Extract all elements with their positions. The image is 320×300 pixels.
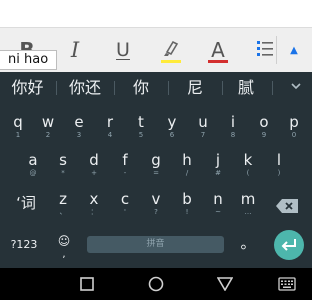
key-c[interactable]: c ' [114,190,136,217]
emoji-comma-key[interactable]: ☺ , [54,232,74,260]
key-p[interactable]: p0 [283,113,305,140]
key-u[interactable]: u7 [192,113,214,140]
keyboard-icon [278,277,296,291]
text-color-label: A [211,38,225,62]
italic-button[interactable]: I [60,36,90,64]
key-l[interactable]: l) [268,151,290,178]
key-m[interactable]: m… [237,190,259,217]
back-button[interactable] [217,276,233,292]
highlight-button[interactable] [156,36,186,64]
candidate-3[interactable]: 你 [115,72,167,103]
key-b[interactable]: b! [176,190,198,217]
key-g[interactable]: g = [145,151,167,178]
highlight-color-bar [161,60,181,63]
highlighter-icon [161,38,181,62]
navigation-bar [0,268,312,300]
candidate-2[interactable]: 你还 [57,72,113,103]
smiley-icon: ☺ [57,234,71,248]
expand-toolbar-button[interactable]: ▲ [279,36,309,64]
text-color-button[interactable]: A [203,36,233,64]
candidate-4[interactable]: 尼 [169,72,221,103]
key-q[interactable]: q1 [7,113,29,140]
enter-key[interactable] [274,230,304,260]
backspace-icon [276,199,298,213]
key-w[interactable]: w2 [37,113,59,140]
period-key[interactable]: 。 [238,234,258,252]
chevron-down-icon [291,83,301,90]
key-v[interactable]: v? [145,190,167,217]
key-e[interactable]: e3 [68,113,90,140]
home-circle-icon [148,276,164,292]
candidate-1[interactable]: 你好 [0,72,55,103]
back-triangle-icon [217,277,233,291]
keyboard: 你好 你还 你 尼 腻 q1 w2 e3 r4 t5 y6 u7 i8 o9 p… [0,72,312,268]
expand-candidates-button[interactable] [290,80,302,95]
key-x[interactable]: x： [83,190,105,217]
key-o[interactable]: o9 [253,113,275,140]
composing-text-tooltip: ni hao [0,50,58,70]
bulleted-list-icon [255,38,275,62]
key-h[interactable]: h / [176,151,198,178]
caret-up-icon: ▲ [290,44,298,56]
key-i[interactable]: i8 [222,113,244,140]
key-r[interactable]: r4 [99,113,121,140]
screen: B I U A [0,0,312,300]
candidate-5[interactable]: 腻 [223,72,269,103]
home-button[interactable] [148,276,164,292]
key-n[interactable]: n ~ [207,190,229,217]
recent-apps-button[interactable] [79,276,95,292]
candidate-divider [272,81,273,95]
key-d[interactable]: d + [83,151,105,178]
key-y[interactable]: y6 [161,113,183,140]
text-color-bar [208,60,228,63]
ci-key[interactable]: ‘词 [10,194,42,212]
space-key[interactable]: 拼音 [87,236,224,253]
underline-button[interactable]: U [108,36,138,64]
key-f[interactable]: f- [114,151,136,178]
enter-arrow-icon [281,239,296,251]
key-k[interactable]: k( [237,151,259,178]
key-z[interactable]: z、 [52,190,74,217]
symbols-key[interactable]: ?123 [6,236,42,254]
key-t[interactable]: t5 [130,113,152,140]
key-s[interactable]: s * [52,151,74,178]
backspace-key[interactable] [276,198,298,213]
candidate-bar: 你好 你还 你 尼 腻 [0,72,312,103]
key-a[interactable]: a @ [22,151,44,178]
keyboard-switch-button[interactable] [277,276,297,292]
key-j[interactable]: j # [207,151,229,178]
document-area[interactable] [0,0,312,27]
toolbar-divider [276,36,277,64]
recents-square-icon [80,277,94,291]
